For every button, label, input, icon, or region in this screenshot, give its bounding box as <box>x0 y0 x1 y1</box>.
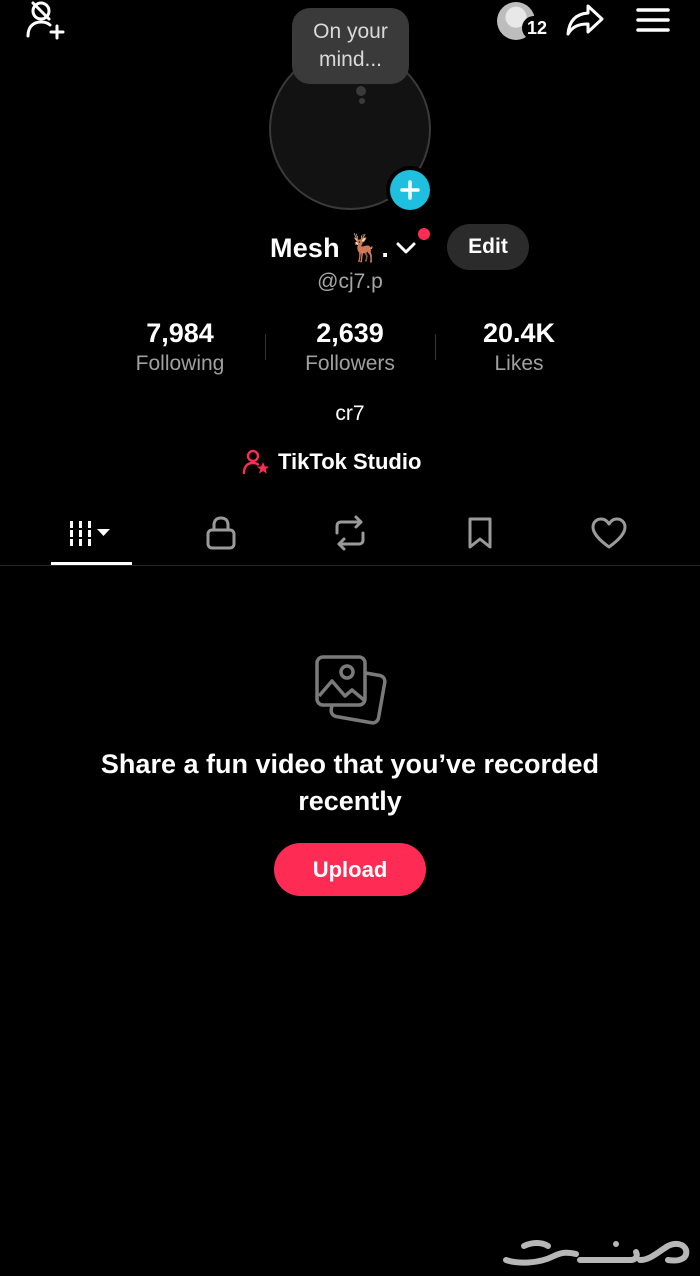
note-bubble[interactable]: On your mind... <box>292 8 409 84</box>
profile-screen: 12 On your mind... Mesh 🦌. Edit @cj7.p 7… <box>0 0 700 1276</box>
creator-studio-icon <box>242 449 269 475</box>
photo-stack-icon <box>312 652 390 728</box>
tab-videos[interactable] <box>51 508 131 558</box>
stat-value: 2,639 <box>316 318 384 348</box>
tiktok-studio-link[interactable]: TikTok Studio <box>242 446 421 478</box>
tab-liked[interactable] <box>569 508 649 558</box>
chevron-down-icon[interactable] <box>393 235 419 261</box>
stat-following[interactable]: 7,984 Following <box>95 316 265 378</box>
edit-profile-button[interactable]: Edit <box>447 224 529 270</box>
menu-icon[interactable] <box>630 4 676 36</box>
lock-icon <box>206 516 236 550</box>
username: @cj7.p <box>317 270 383 293</box>
upload-button[interactable]: Upload <box>274 843 426 896</box>
stat-label: Followers <box>305 352 395 375</box>
videos-grid-icon <box>70 521 110 546</box>
bookmark-icon <box>468 517 492 549</box>
stat-label: Likes <box>494 352 544 375</box>
stat-value: 7,984 <box>146 318 214 348</box>
bubble-dot <box>356 86 366 96</box>
bubble-dot <box>359 98 365 104</box>
studio-label: TikTok Studio <box>278 449 422 474</box>
bio: cr7 <box>335 402 365 425</box>
profile-name: Mesh 🦌. <box>270 233 390 263</box>
repost-icon <box>335 515 365 551</box>
stat-value: 20.4K <box>482 318 556 348</box>
tab-favorites[interactable] <box>440 508 520 558</box>
notification-dot <box>418 228 430 240</box>
stat-followers[interactable]: 2,639 Followers <box>265 316 435 378</box>
heart-icon <box>591 517 627 549</box>
name-row[interactable]: Mesh 🦌. <box>270 226 419 270</box>
add-avatar-button[interactable] <box>386 166 434 214</box>
activity-count-badge: 12 <box>522 16 552 40</box>
share-icon[interactable] <box>560 0 610 40</box>
add-friend-icon[interactable] <box>22 0 70 40</box>
stat-label: Following <box>135 352 225 375</box>
activity-button[interactable]: 12 <box>494 0 554 44</box>
plus-icon <box>390 170 430 210</box>
tab-private[interactable] <box>181 508 261 558</box>
stat-likes[interactable]: 20.4K Likes <box>434 316 604 378</box>
tab-reposts[interactable] <box>310 508 390 558</box>
empty-state-message: Share a fun video that you’ve recorded r… <box>100 749 600 816</box>
divider <box>0 565 700 566</box>
watermark-logo <box>498 1230 694 1270</box>
